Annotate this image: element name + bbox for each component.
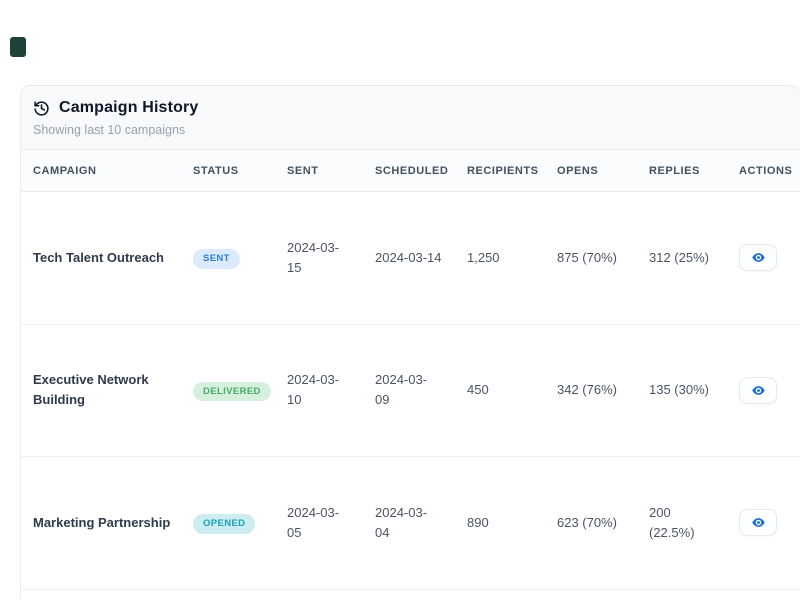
cell-actions [727, 589, 800, 600]
campaign-name: Executive Network Building [33, 372, 149, 407]
campaign-name: Tech Talent Outreach [33, 250, 164, 265]
column-header-replies: REPLIES [637, 150, 727, 192]
cell-recipients: 450 [455, 324, 545, 457]
cell-actions [727, 324, 800, 457]
cell-scheduled: 2024-03- 09 [363, 324, 455, 457]
cell-opens: 342 (76%) [545, 324, 637, 457]
card-header: Campaign History Showing last 10 campaig… [21, 86, 800, 150]
view-button[interactable] [739, 377, 777, 404]
cell-campaign: Tech Talent Outreach [21, 192, 181, 325]
recipients-count: 1,250 [467, 250, 500, 265]
table-row: Q2 Sales Initiative REPLIED 2024-03- 01 … [21, 589, 800, 600]
cell-recipients: 1,250 [455, 192, 545, 325]
cell-scheduled: 2024-03- 04 [363, 457, 455, 590]
cell-recipients: 1,650 [455, 589, 545, 600]
replies-count: 200 (22.5%) [649, 505, 695, 540]
eye-icon [751, 383, 766, 398]
opens-count: 342 (76%) [557, 382, 617, 397]
card-title: Campaign History [59, 99, 198, 117]
cell-scheduled: 2024-02-28 [363, 589, 455, 600]
table-row: Executive Network Building DELIVERED 202… [21, 324, 800, 457]
sent-date: 2024-03- 10 [287, 372, 339, 407]
recipients-count: 890 [467, 515, 489, 530]
eye-icon [751, 250, 766, 265]
sent-date: 2024-03- 15 [287, 240, 339, 275]
status-badge: SENT [193, 249, 240, 269]
cell-status: OPENED [181, 457, 275, 590]
opens-count: 875 (70%) [557, 250, 617, 265]
cell-scheduled: 2024-03-14 [363, 192, 455, 325]
recipients-count: 450 [467, 382, 489, 397]
column-header-actions: ACTIONS [727, 150, 800, 192]
app-screen: Campaign History Showing last 10 campaig… [0, 0, 800, 600]
header-row: CAMPAIGNSTATUSSENTSCHEDULEDRECIPIENTSOPE… [21, 150, 800, 192]
cell-campaign: Q2 Sales Initiative [21, 589, 181, 600]
campaign-name: Marketing Partnership [33, 515, 170, 530]
scheduled-date: 2024-03-14 [375, 250, 442, 265]
table-row: Marketing Partnership OPENED 2024-03- 05… [21, 457, 800, 590]
corner-logo-mark [10, 37, 26, 57]
column-header-opens: OPENS [545, 150, 637, 192]
status-badge: DELIVERED [193, 382, 271, 402]
cell-sent: 2024-03- 10 [275, 324, 363, 457]
column-header-scheduled: SCHEDULED [363, 150, 455, 192]
campaign-table: CAMPAIGNSTATUSSENTSCHEDULEDRECIPIENTSOPE… [21, 150, 800, 600]
cell-actions [727, 192, 800, 325]
cell-status: SENT [181, 192, 275, 325]
cell-campaign: Marketing Partnership [21, 457, 181, 590]
opens-count: 623 (70%) [557, 515, 617, 530]
cell-replies: 312 (25%) [637, 192, 727, 325]
cell-opens: 1,056 (64%) [545, 589, 637, 600]
eye-icon [751, 515, 766, 530]
replies-count: 312 (25%) [649, 250, 709, 265]
card-subtitle: Showing last 10 campaigns [33, 123, 788, 137]
column-header-sent: SENT [275, 150, 363, 192]
column-header-status: STATUS [181, 150, 275, 192]
column-header-recipients: RECIPIENTS [455, 150, 545, 192]
cell-replies: 135 (30%) [637, 324, 727, 457]
column-header-campaign: CAMPAIGN [21, 150, 181, 192]
scheduled-date: 2024-03- 04 [375, 505, 427, 540]
table-body: Tech Talent Outreach SENT 2024-03- 15 20… [21, 192, 800, 600]
sent-date: 2024-03- 05 [287, 505, 339, 540]
cell-sent: 2024-03- 01 [275, 589, 363, 600]
cell-replies: 380 (23%) [637, 589, 727, 600]
cell-sent: 2024-03- 05 [275, 457, 363, 590]
scheduled-date: 2024-03- 09 [375, 372, 427, 407]
cell-sent: 2024-03- 15 [275, 192, 363, 325]
cell-actions [727, 457, 800, 590]
status-badge: OPENED [193, 514, 255, 534]
cell-recipients: 890 [455, 457, 545, 590]
replies-count: 135 (30%) [649, 382, 709, 397]
view-button[interactable] [739, 509, 777, 536]
table-row: Tech Talent Outreach SENT 2024-03- 15 20… [21, 192, 800, 325]
cell-opens: 875 (70%) [545, 192, 637, 325]
cell-campaign: Executive Network Building [21, 324, 181, 457]
cell-status: REPLIED [181, 589, 275, 600]
campaign-history-card: Campaign History Showing last 10 campaig… [20, 85, 800, 600]
cell-replies: 200 (22.5%) [637, 457, 727, 590]
cell-status: DELIVERED [181, 324, 275, 457]
cell-opens: 623 (70%) [545, 457, 637, 590]
history-icon [33, 100, 50, 117]
view-button[interactable] [739, 244, 777, 271]
